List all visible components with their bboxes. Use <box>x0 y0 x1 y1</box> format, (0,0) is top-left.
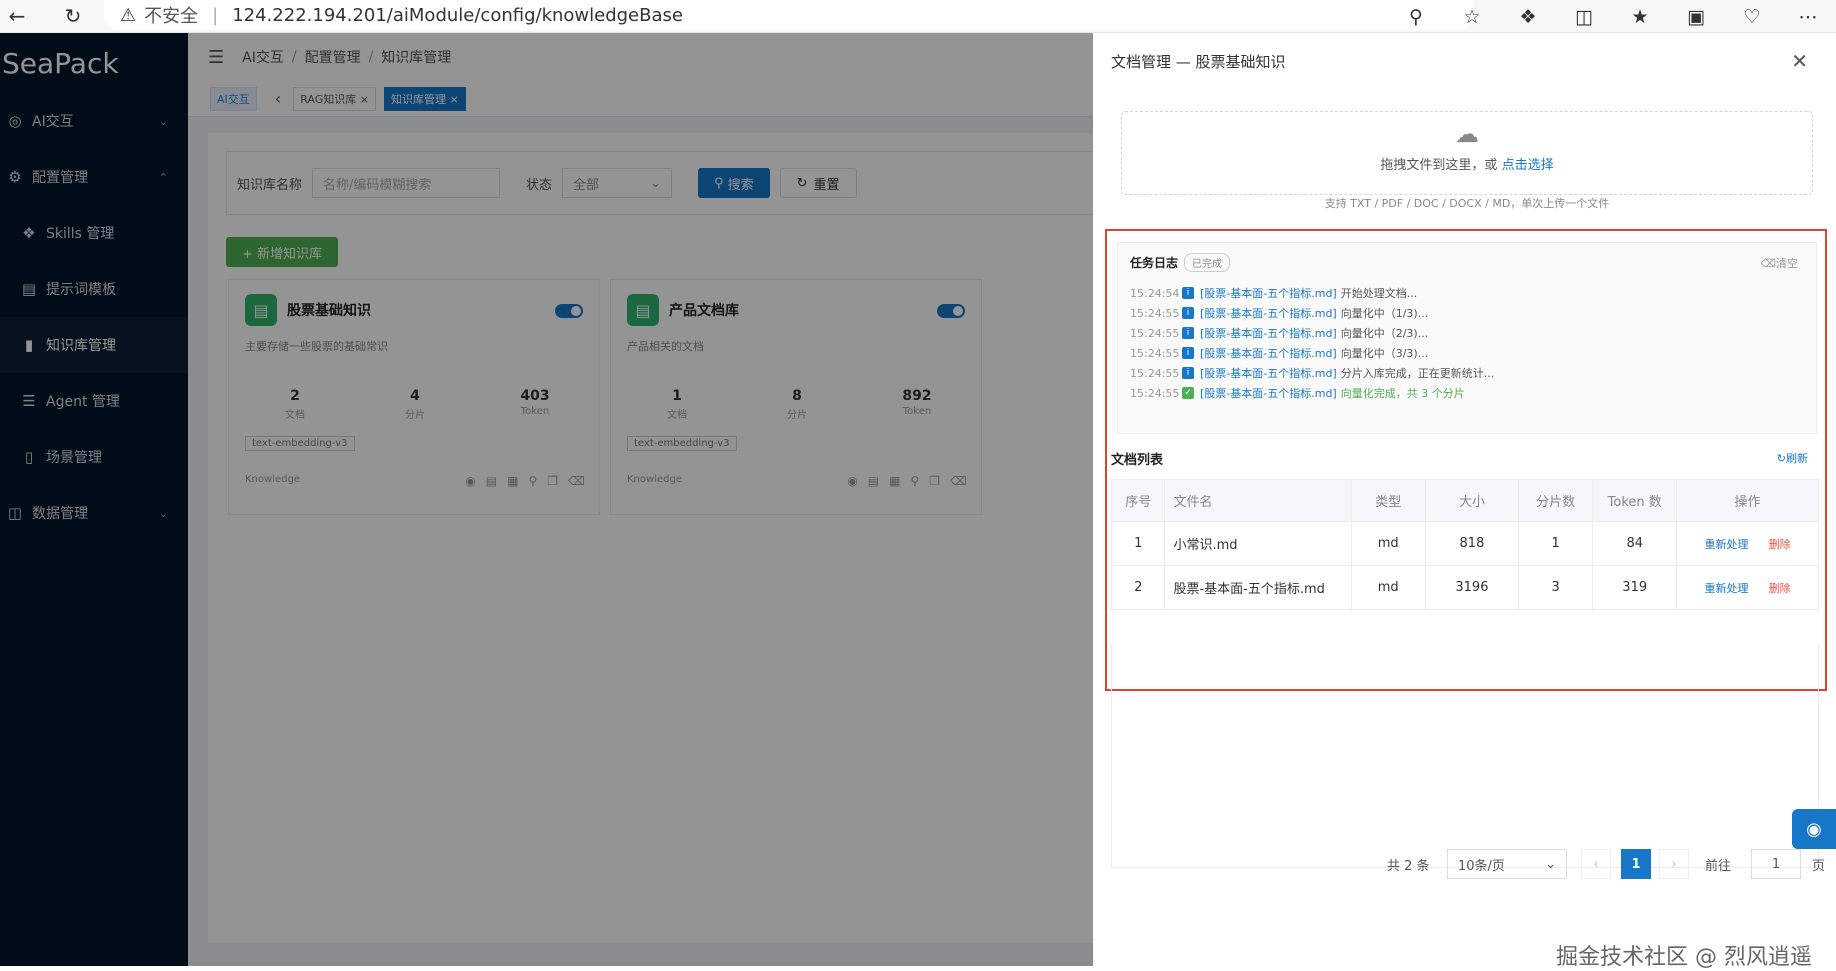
table-empty-area <box>1111 644 1819 868</box>
zoom-icon[interactable]: ⚲ <box>1388 0 1444 33</box>
page-size-select[interactable]: 10条/页 ⌄ <box>1447 849 1567 879</box>
favorites-icon[interactable]: ★ <box>1612 0 1668 33</box>
collections-icon[interactable]: ▣ <box>1668 0 1724 33</box>
reload-icon[interactable]: ↻ <box>56 0 90 33</box>
upload-dropzone[interactable]: ☁ 拖拽文件到这里，或 点击选择 <box>1121 111 1813 195</box>
log-line: 15:24:55 i [股票-基本面-五个指标.md] 向量化中（2/3)... <box>1130 326 1429 341</box>
heart-icon[interactable]: ♡ <box>1724 0 1780 33</box>
info-icon: i <box>1182 287 1194 299</box>
address-bar[interactable]: ⚠ 不安全 | 124.222.194.201/aiModule/config/… <box>104 0 1474 30</box>
back-arrow-icon[interactable]: ← <box>0 0 34 33</box>
current-page[interactable]: 1 <box>1621 849 1651 879</box>
reprocess-button[interactable]: 重新处理 <box>1704 538 1748 551</box>
table-row: 1 小常识.md md 818 1 84 重新处理 删除 <box>1110 521 1819 566</box>
reprocess-button[interactable]: 重新处理 <box>1704 582 1748 595</box>
task-log-title: 任务日志 <box>1130 256 1179 270</box>
split-icon[interactable]: ◫ <box>1556 0 1612 33</box>
total-count: 共 2 条 <box>1387 859 1430 874</box>
url-text: 124.222.194.201/aiModule/config/knowledg… <box>232 4 683 26</box>
log-line: 15:24:55 ✓ [股票-基本面-五个指标.md] 向量化完成，共 3 个分… <box>1130 386 1465 401</box>
info-icon: i <box>1182 347 1194 359</box>
delete-button[interactable]: 删除 <box>1769 538 1791 551</box>
task-log: 任务日志 已完成 ⌫清空 15:24:54 i [股票-基本面-五个指标.md]… <box>1117 242 1817 434</box>
warning-icon: ⚠ <box>120 4 137 26</box>
star-icon[interactable]: ☆ <box>1444 0 1500 33</box>
info-icon: i <box>1182 367 1194 379</box>
delete-button[interactable]: 删除 <box>1769 582 1791 595</box>
browser-toolbar: ← ↻ ⚠ 不安全 | 124.222.194.201/aiModule/con… <box>0 0 1836 33</box>
col-size: 大小 <box>1424 479 1519 522</box>
log-line: 15:24:55 i [股票-基本面-五个指标.md] 向量化中（3/3)... <box>1130 346 1429 361</box>
info-icon: i <box>1182 307 1194 319</box>
log-line: 15:24:55 i [股票-基本面-五个指标.md] 向量化中（1/3)... <box>1130 306 1429 321</box>
log-line: 15:24:54 i [股票-基本面-五个指标.md] 开始处理文档... <box>1130 286 1418 301</box>
info-icon: i <box>1182 327 1194 339</box>
document-table: 序号 文件名 类型 大小 分片数 Token 数 操作 1 小常识.md md … <box>1110 479 1819 610</box>
prev-page-icon[interactable]: ‹ <box>1581 849 1611 879</box>
refresh-button[interactable]: ↻刷新 <box>1777 450 1808 466</box>
document-drawer: 文档管理 — 股票基础知识 ✕ ☁ 拖拽文件到这里，或 点击选择 支持 TXT … <box>1093 33 1836 970</box>
col-tokens: Token 数 <box>1592 479 1678 522</box>
drawer-title: 文档管理 — 股票基础知识 <box>1111 53 1286 71</box>
col-chunks: 分片数 <box>1517 479 1594 522</box>
credit-watermark: 掘金技术社区 @ 烈风逍遥 <box>1556 945 1812 970</box>
refresh-icon: ↻ <box>1776 452 1786 465</box>
clear-log-button[interactable]: ⌫清空 <box>1760 255 1798 271</box>
page-unit-label: 页 <box>1812 859 1826 874</box>
log-line: 15:24:55 i [股票-基本面-五个指标.md] 分片入库完成，正在更新统… <box>1130 366 1495 381</box>
check-icon: ✓ <box>1182 387 1194 399</box>
col-filename: 文件名 <box>1164 479 1352 522</box>
col-actions: 操作 <box>1676 479 1819 522</box>
assistant-robot-icon[interactable]: ◉ <box>1792 809 1836 849</box>
modal-overlay[interactable] <box>0 33 1093 966</box>
goto-page-input[interactable]: 1 <box>1751 849 1801 879</box>
col-type: 类型 <box>1350 479 1426 522</box>
browser-actions: ⚲ ☆ ❖ ◫ ★ ▣ ♡ ⋯ <box>1388 0 1836 33</box>
close-icon[interactable]: ✕ <box>1791 49 1808 73</box>
goto-label: 前往 <box>1705 859 1732 874</box>
upload-hint: 支持 TXT / PDF / DOC / DOCX / MD，单次上传一个文件 <box>1324 197 1610 210</box>
more-icon[interactable]: ⋯ <box>1780 0 1836 33</box>
trash-icon: ⌫ <box>1760 257 1776 270</box>
chevron-down-icon: ⌄ <box>1545 856 1556 872</box>
next-page-icon[interactable]: › <box>1659 849 1689 879</box>
cloud-upload-icon: ☁ <box>1455 120 1479 148</box>
doclist-title: 文档列表 <box>1111 453 1164 468</box>
col-index: 序号 <box>1110 479 1166 522</box>
select-file-link[interactable]: 点击选择 <box>1502 158 1554 173</box>
extensions-icon[interactable]: ❖ <box>1500 0 1556 33</box>
insecure-label: 不安全 <box>144 6 199 27</box>
status-badge: 已完成 <box>1184 253 1231 272</box>
table-row: 2 股票-基本面-五个指标.md md 3196 3 319 重新处理 删除 <box>1110 565 1819 610</box>
